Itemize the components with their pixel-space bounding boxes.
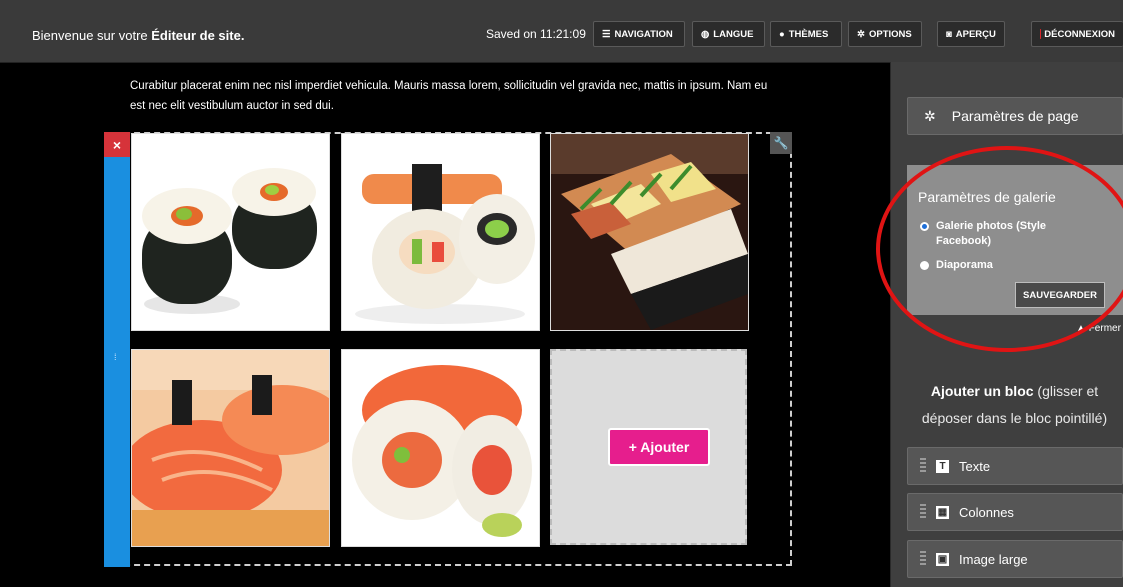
camera-icon: ◙ <box>946 28 952 40</box>
language-label: LANGUE <box>713 28 754 40</box>
preview-button[interactable]: ◙ APERÇU <box>937 21 1005 47</box>
block-columns[interactable]: ▦ Colonnes <box>907 493 1123 531</box>
gallery-image-tobiko[interactable] <box>341 349 540 547</box>
columns-icon: ▦ <box>936 505 949 519</box>
delete-block-button[interactable]: × <box>104 132 130 157</box>
welcome-prefix: Bienvenue sur votre <box>32 28 148 43</box>
language-button[interactable]: ◍ LANGUE <box>692 21 765 47</box>
highlight-annotation <box>876 146 1123 352</box>
page-settings-button[interactable]: ✲ Paramètres de page <box>907 97 1123 135</box>
logout-label: DÉCONNEXION <box>1044 28 1115 40</box>
options-label: OPTIONS <box>868 28 912 40</box>
intro-text[interactable]: Curabitur placerat enim nec nisl imperdi… <box>130 76 780 116</box>
globe-icon: ◍ <box>701 28 710 40</box>
block-text[interactable]: T Texte <box>907 447 1123 485</box>
gear-icon: ✲ <box>857 28 865 40</box>
add-block-heading: Ajouter un bloc (glisser et déposer dans… <box>906 378 1123 432</box>
preview-label: APERÇU <box>955 28 996 40</box>
grip-icon <box>920 458 926 474</box>
image-icon: ▣ <box>936 552 949 566</box>
add-image-button[interactable]: + Ajouter <box>608 428 710 466</box>
themes-label: THÈMES <box>788 28 829 40</box>
navigation-label: NAVIGATION <box>614 28 673 40</box>
saved-status: Saved on 11:21:09 <box>486 27 586 41</box>
gallery-image-oshizushi[interactable] <box>550 133 749 331</box>
welcome-text: Bienvenue sur votre Éditeur de site. <box>32 28 244 43</box>
gallery-image-maki[interactable] <box>131 133 330 331</box>
block-large-image[interactable]: ▣ Image large <box>907 540 1123 578</box>
page-settings-label: Paramètres de page <box>951 108 1079 124</box>
options-button[interactable]: ✲ OPTIONS <box>848 21 922 47</box>
gear-icon: ✲ <box>924 107 936 124</box>
grip-icon <box>920 504 926 520</box>
list-icon: ☰ <box>602 28 611 40</box>
navigation-button[interactable]: ☰ NAVIGATION <box>593 21 685 47</box>
gallery-image-nigiri[interactable] <box>131 349 330 547</box>
top-bar: Bienvenue sur votre Éditeur de site. Sav… <box>0 0 1123 63</box>
block-large-image-label: Image large <box>959 551 1028 567</box>
text-icon: T <box>936 459 949 473</box>
grip-icon <box>920 551 926 567</box>
block-columns-label: Colonnes <box>959 504 1014 520</box>
themes-button[interactable]: ● THÈMES <box>770 21 842 47</box>
gallery-image-uramaki[interactable] <box>341 133 540 331</box>
grip-icon: ⁞ <box>114 352 117 362</box>
close-icon: × <box>112 136 122 153</box>
logout-button[interactable]: DÉCONNEXION <box>1031 21 1123 47</box>
welcome-bold: Éditeur de site. <box>151 28 245 43</box>
block-settings-button[interactable]: 🔧 <box>770 132 792 154</box>
block-text-label: Texte <box>959 458 991 474</box>
wrench-icon: 🔧 <box>773 136 789 150</box>
add-block-bold: Ajouter un bloc <box>930 383 1034 399</box>
droplet-icon: ● <box>779 28 785 40</box>
